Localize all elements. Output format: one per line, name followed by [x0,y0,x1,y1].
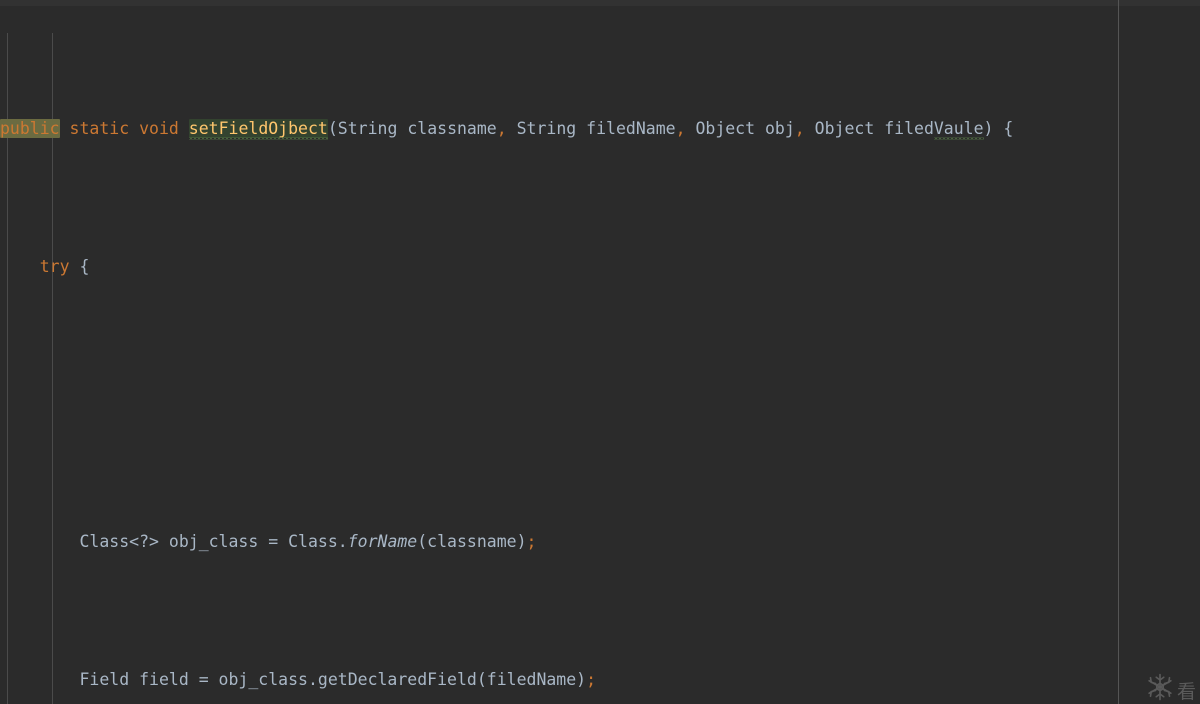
code-content[interactable]: public static void setFieldOjbect(String… [0,5,1200,704]
statement-field-decl: Field field = obj_class.getDeclaredField… [79,670,587,690]
keyword-static: static [69,119,130,139]
keyword-try: try [39,256,70,276]
paren-close: ) [983,119,994,139]
param-classname: String classname [337,119,497,139]
paren-open: ( [327,119,338,139]
typo-vaule: Vaule [933,119,984,139]
param-filedname: String filedName [506,119,676,139]
call-args: (classname) [417,532,527,552]
code-line-3-blank[interactable] [0,391,1200,419]
keyword-void: void [139,119,179,139]
comma: , [675,119,686,139]
code-line-4[interactable]: Class<?> obj_class = Class.forName(class… [0,528,1200,556]
param-filedvaule-prefix: Object filed [804,119,934,139]
comma: , [496,119,507,139]
semicolon: ; [586,670,597,690]
brace-open: { [69,256,90,276]
keyword-public: public [0,119,60,139]
static-method-forname[interactable]: forName [348,532,418,551]
code-line-5[interactable]: Field field = obj_class.getDeclaredField… [0,666,1200,694]
method-declaration-setfieldojbect[interactable]: setFieldOjbect [188,119,328,139]
code-line-1[interactable]: public static void setFieldOjbect(String… [0,115,1200,143]
code-line-2[interactable]: try { [0,253,1200,281]
comma: , [794,119,805,139]
brace-open: { [993,119,1014,139]
statement-class-decl: Class<?> obj_class = Class. [79,532,348,552]
semicolon: ; [526,532,537,552]
param-obj: Object obj [685,119,795,139]
code-editor[interactable]: public static void setFieldOjbect(String… [0,0,1200,704]
